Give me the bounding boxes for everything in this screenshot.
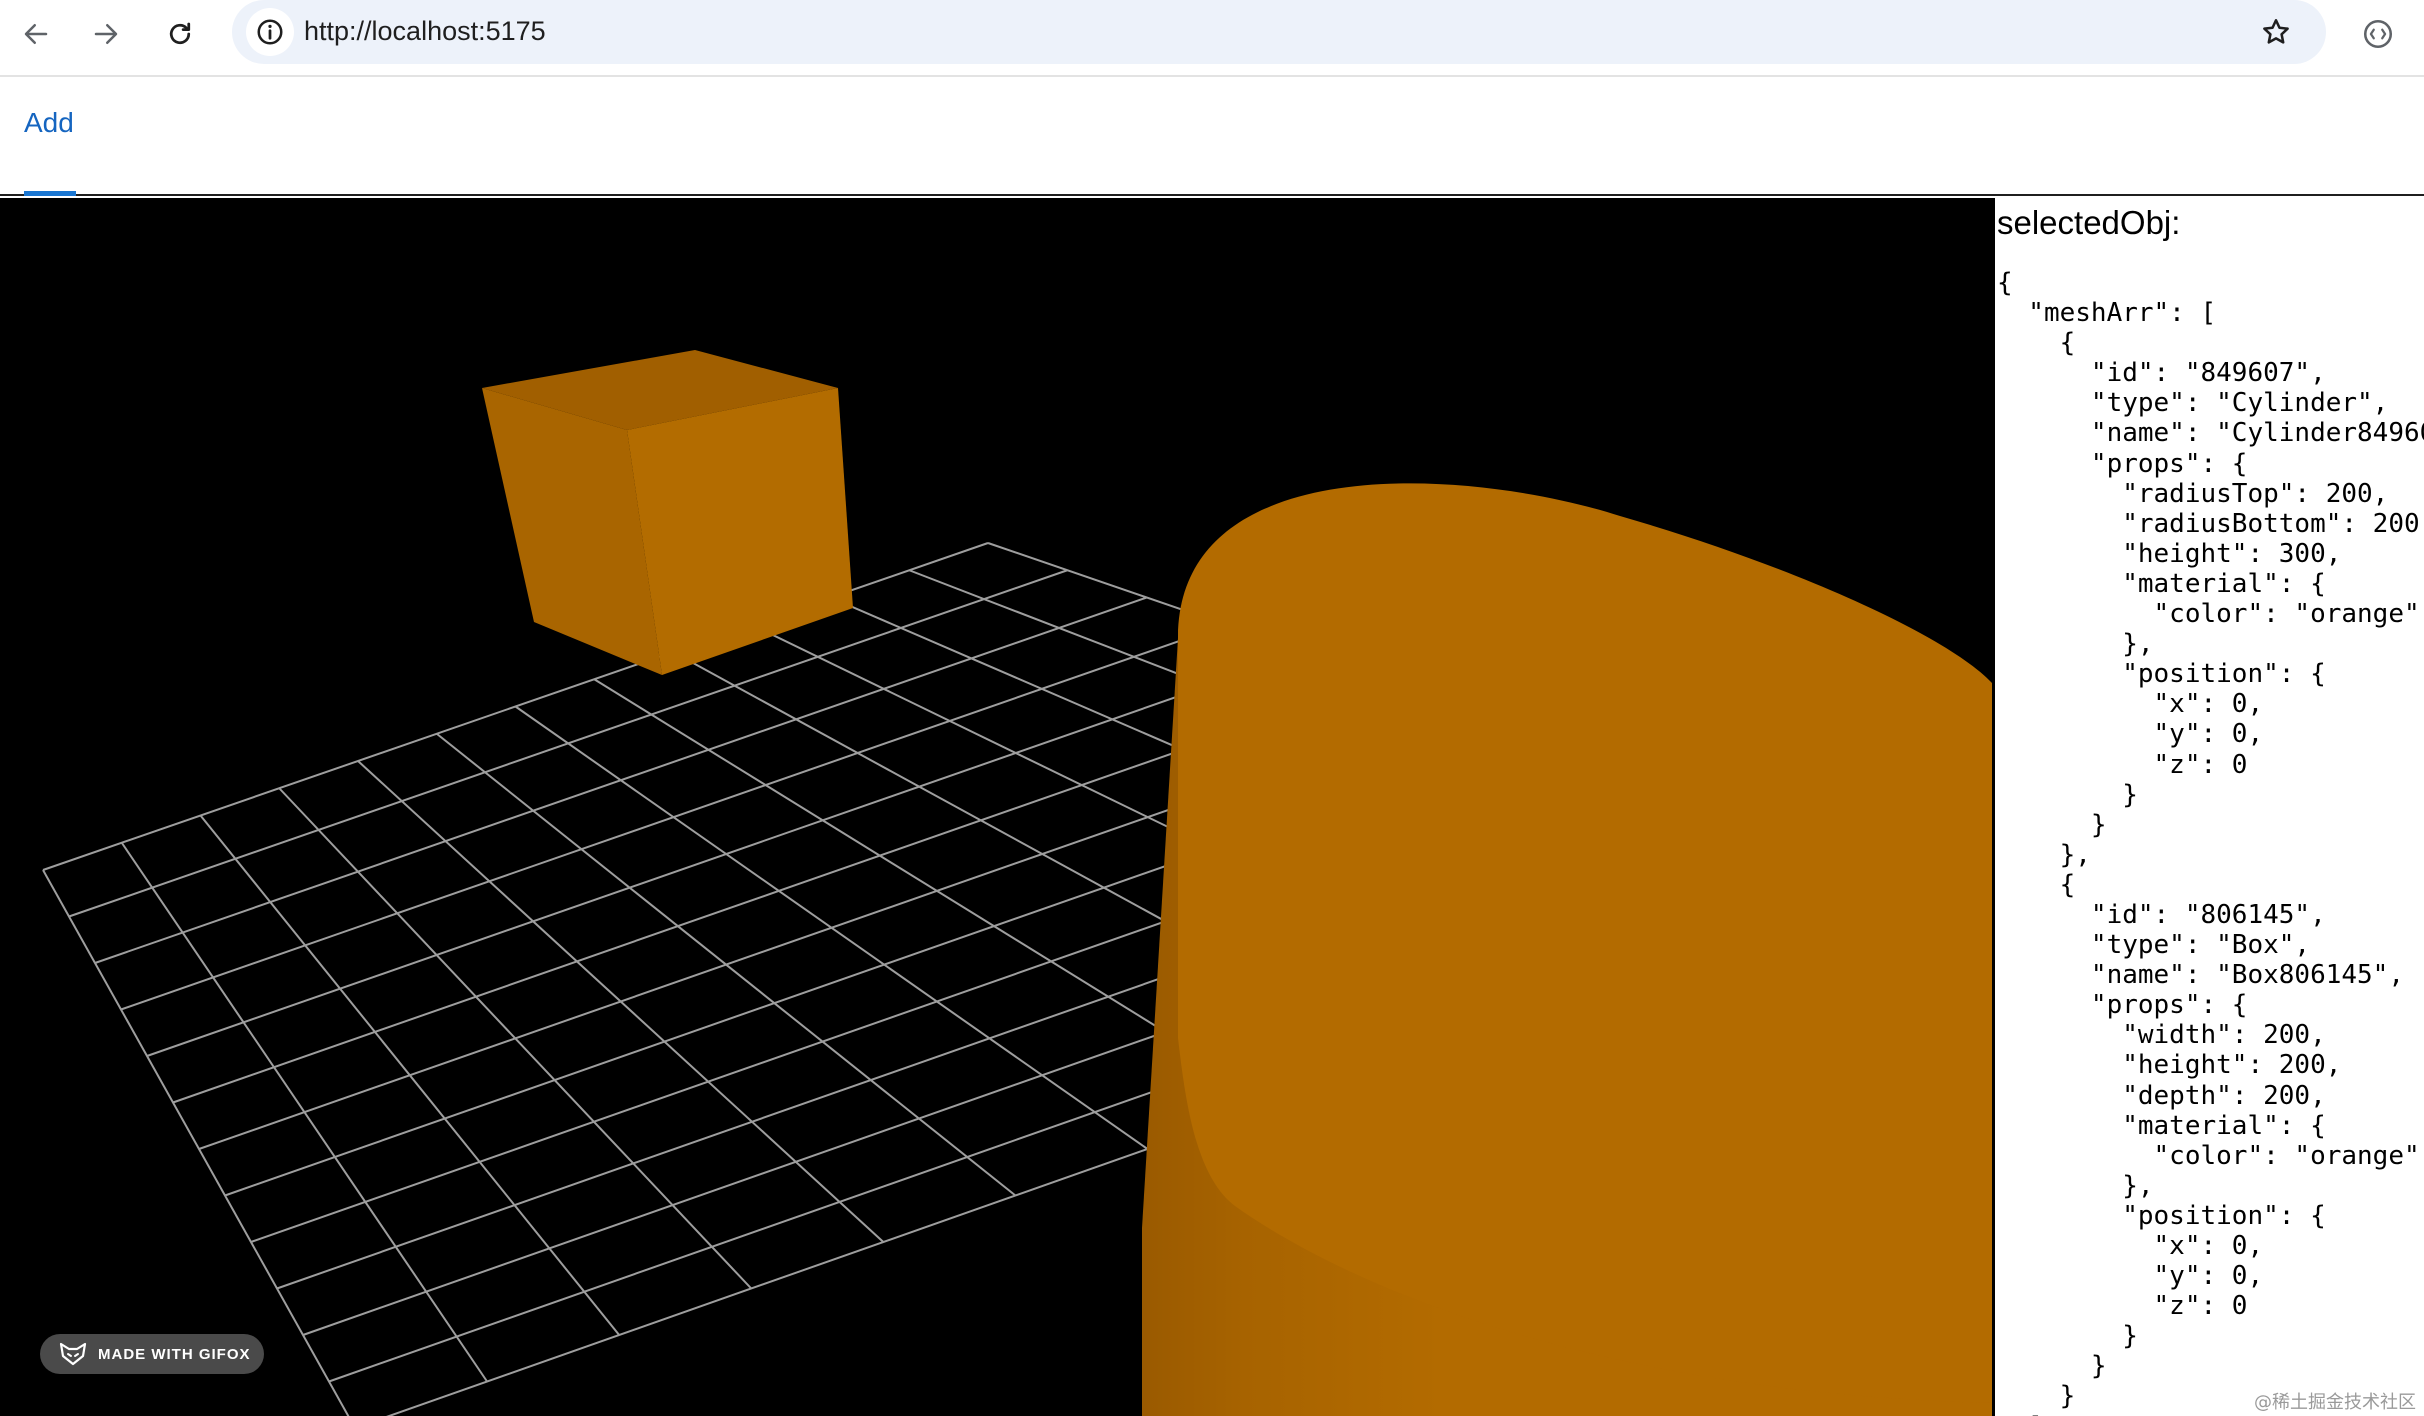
three-d-viewport[interactable]: MADE WITH GIFOX (0, 198, 1992, 1416)
browser-toolbar: http://localhost:5175 (0, 0, 2424, 77)
back-button[interactable] (8, 6, 64, 62)
panel-title: selectedObj: (1997, 204, 2181, 241)
gifox-badge-text: MADE WITH GIFOX (98, 1345, 251, 1363)
app-tab-bar: Add (0, 77, 2424, 196)
selected-object-json: { "meshArr": [ { "id": "849607", "type":… (1997, 268, 2424, 1416)
reload-icon (169, 22, 191, 45)
address-bar[interactable]: http://localhost:5175 (232, 0, 2326, 64)
selected-object-panel: selectedObj: { "meshArr": [ { "id": "849… (1992, 198, 2424, 1416)
reload-button[interactable] (152, 6, 208, 62)
site-info-icon[interactable] (246, 8, 294, 56)
watermark: @稀土掘金技术社区 (2254, 1392, 2416, 1413)
forward-button[interactable] (78, 6, 134, 62)
tab-add[interactable]: Add (24, 107, 74, 139)
url-text[interactable]: http://localhost:5175 (304, 16, 546, 47)
tab-active-indicator (24, 191, 76, 196)
extension-icon[interactable] (2352, 8, 2404, 60)
bookmark-star-icon[interactable] (2254, 10, 2298, 54)
three-d-scene[interactable] (0, 198, 1992, 1416)
gifox-badge: MADE WITH GIFOX (40, 1334, 264, 1374)
cylinder-mesh[interactable] (1142, 483, 1992, 1416)
forward-arrow-icon (94, 24, 118, 44)
box-mesh[interactable] (482, 350, 853, 675)
back-arrow-icon (24, 24, 48, 44)
gifox-fox-icon (58, 1341, 88, 1367)
